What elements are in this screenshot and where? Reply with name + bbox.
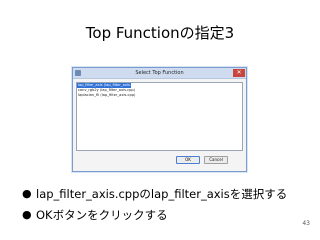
- slide: Top Functionの指定3 Select Top Function ✕ l…: [0, 0, 320, 240]
- dialog-title: Select Top Function: [135, 70, 184, 76]
- list-item: ● OKボタンをクリックする: [22, 204, 312, 225]
- dialog-titlebar: Select Top Function ✕: [73, 68, 246, 79]
- bullet-text: OKボタンをクリックする: [36, 207, 168, 222]
- ok-button[interactable]: OK: [176, 156, 200, 164]
- list-item[interactable]: laplacian_fil (lap_filter_axis.cpp): [77, 93, 242, 98]
- list-item: ● lap_filter_axis.cppのlap_filter_axisを選択…: [22, 183, 312, 204]
- function-listbox[interactable]: lap_filter_axis (lap_filter_axis.cpp) co…: [76, 82, 243, 151]
- bullet-icon: ●: [22, 187, 32, 200]
- select-top-function-dialog: Select Top Function ✕ lap_filter_axis (l…: [72, 67, 247, 172]
- cancel-button[interactable]: Cancel: [204, 156, 228, 164]
- slide-title: Top Functionの指定3: [85, 24, 235, 42]
- bullet-list: ● lap_filter_axis.cppのlap_filter_axisを選択…: [22, 183, 312, 225]
- close-icon[interactable]: ✕: [233, 69, 245, 77]
- page-number: 43: [302, 220, 310, 227]
- bullet-icon: ●: [22, 208, 32, 221]
- bullet-text: lap_filter_axis.cppのlap_filter_axisを選択する: [36, 186, 288, 201]
